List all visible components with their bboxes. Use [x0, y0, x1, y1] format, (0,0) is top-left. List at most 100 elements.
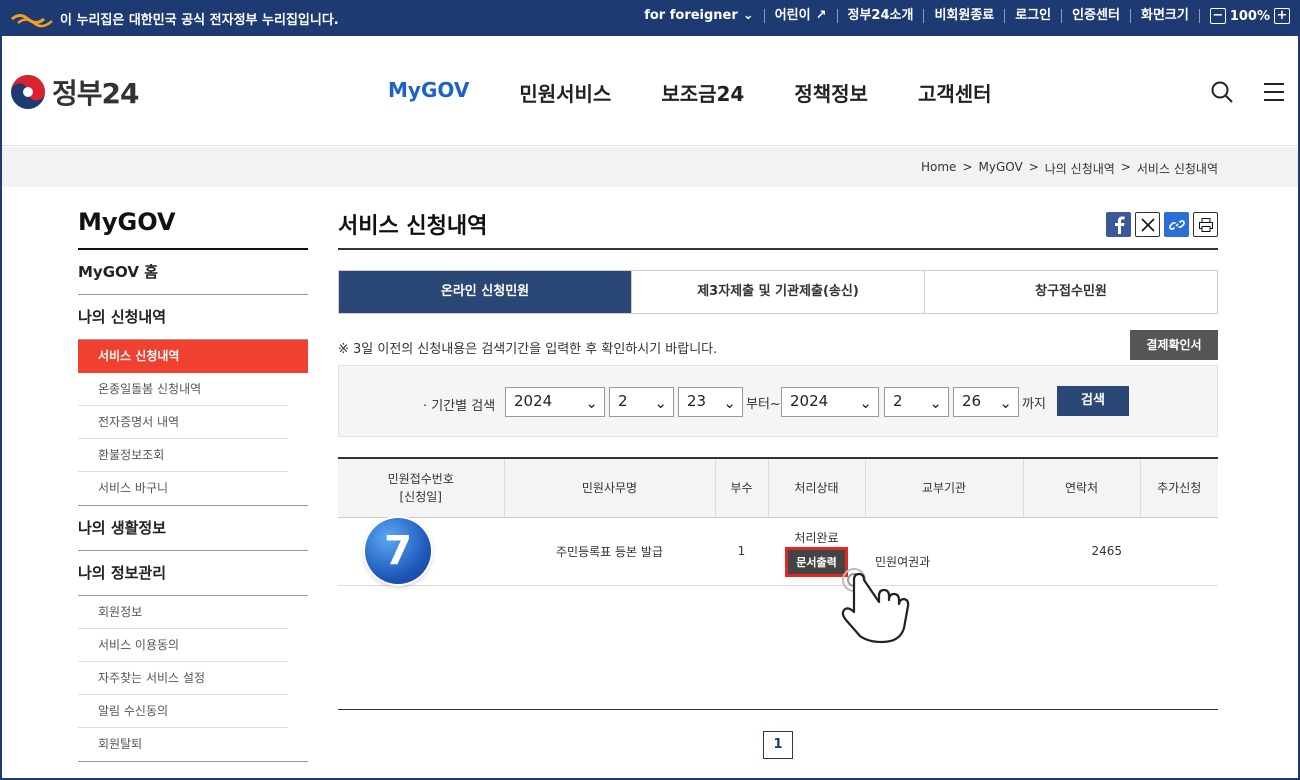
cell-contact: 2465	[1023, 517, 1140, 586]
from-day-select[interactable]: 23 ⌄	[678, 387, 743, 417]
sidebar-item-mygov-home[interactable]: MyGOV 홈	[78, 250, 308, 295]
tab-online-applications[interactable]: 온라인 신청민원	[339, 271, 632, 313]
nav-civil-service[interactable]: 민원서비스	[519, 78, 611, 107]
sidebar-item-life-info[interactable]: 나의 생활정보	[78, 506, 308, 551]
x-twitter-icon[interactable]	[1135, 212, 1160, 237]
header-icons	[1210, 80, 1286, 104]
sidebar-submenu-applications: 서비스 신청내역 온종일돌봄 신청내역 전자증명서 내역 환불정보조회 서비스 …	[78, 340, 308, 506]
sidebar-item-notification-consent[interactable]: 알림 수신동의	[78, 695, 288, 728]
chevron-down-icon: ⌄	[723, 394, 736, 412]
breadcrumb-separator: >	[1028, 160, 1039, 174]
site-header: 정부24 MyGOV 민원서비스 보조금24 정책정보 고객센터	[0, 36, 1300, 146]
page-title: 서비스 신청내역	[338, 208, 1218, 250]
about-link[interactable]: 정부24소개	[838, 9, 925, 23]
main-nav: MyGOV 민원서비스 보조금24 정책정보 고객센터	[388, 78, 992, 107]
chevron-down-icon: ⌄	[929, 394, 942, 412]
breadcrumb-separator: >	[962, 160, 973, 174]
nav-customer-center[interactable]: 고객센터	[918, 78, 992, 107]
sidebar: MyGOV MyGOV 홈 나의 신청내역 서비스 신청내역 온종일돌봄 신청내…	[78, 208, 308, 762]
nav-policy[interactable]: 정책정보	[794, 78, 868, 107]
print-icon[interactable]	[1193, 212, 1218, 237]
official-notice: 이 누리집은 대한민국 공식 전자정부 누리집입니다.	[10, 9, 339, 28]
status-text: 처리완료	[794, 530, 839, 545]
from-month-select[interactable]: 2 ⌄	[609, 387, 674, 417]
payment-confirmation-button[interactable]: 결제확인서	[1130, 330, 1218, 360]
foreigner-link[interactable]: for foreigner ⌄	[634, 9, 765, 23]
search-icon[interactable]	[1210, 80, 1234, 104]
to-day-select[interactable]: 26 ⌄	[953, 387, 1019, 417]
sidebar-item-member-info[interactable]: 회원정보	[78, 596, 288, 629]
search-notice: ※ 3일 이전의 신청내용은 검색기간을 입력한 후 확인하시기 바랍니다.	[338, 342, 718, 357]
sidebar-item-service-applications[interactable]: 서비스 신청내역	[78, 340, 308, 373]
zoom-in-button[interactable]: +	[1274, 8, 1290, 24]
official-notice-text: 이 누리집은 대한민국 공식 전자정부 누리집입니다.	[60, 13, 339, 28]
sidebar-submenu-info: 회원정보 서비스 이용동의 자주찾는 서비스 설정 알림 수신동의 회원탈퇴	[78, 596, 308, 762]
zoom-level: 100%	[1229, 8, 1270, 24]
chevron-down-icon: ⌄	[585, 394, 598, 412]
zoom-control: − 100% +	[1200, 8, 1290, 24]
period-search-label: · 기간별 검색	[423, 399, 496, 414]
table-header-row: 민원접수번호 [신청일] 민원사무명 부수 처리상태 교부기관 연락처 추가신청	[338, 459, 1218, 518]
sidebar-item-info-management[interactable]: 나의 정보관리	[78, 551, 308, 596]
menu-icon[interactable]	[1262, 80, 1286, 104]
breadcrumb-current: 서비스 신청내역	[1136, 162, 1218, 176]
period-search-box: · 기간별 검색 2024 ⌄ 2 ⌄ 23 ⌄ 부터~ 2024 ⌄ 2 ⌄ 26 ⌄ 까…	[338, 365, 1218, 437]
sidebar-item-my-applications[interactable]: 나의 신청내역	[78, 295, 308, 340]
cell-service-name[interactable]: 주민등록표 등본 발급	[504, 517, 715, 586]
guest-logout-link[interactable]: 비회원종료	[924, 9, 1006, 23]
to-month-select[interactable]: 2 ⌄	[884, 387, 949, 417]
utility-links: for foreigner ⌄ 어린이 ↗ 정부24소개 비회원종료 로그인 인증센…	[634, 8, 1290, 24]
link-copy-icon[interactable]	[1164, 212, 1189, 237]
application-tabs: 온라인 신청민원 제3자제출 및 기관제출(송신) 창구접수민원	[338, 270, 1218, 314]
nav-mygov[interactable]: MyGOV	[388, 78, 469, 107]
chevron-down-icon: ⌄	[999, 394, 1012, 412]
sidebar-item-withdraw[interactable]: 회원탈퇴	[78, 728, 288, 761]
pointing-hand-icon	[841, 568, 910, 644]
table-row: 주민등록표 등본 발급 1 처리완료 문서출력 민원여권과 2465	[338, 517, 1218, 586]
breadcrumb-mygov[interactable]: MyGOV	[979, 160, 1023, 177]
sidebar-item-service-basket[interactable]: 서비스 바구니	[78, 472, 288, 505]
chevron-down-icon: ⌄	[742, 8, 754, 23]
nav-subsidy[interactable]: 보조금24	[661, 78, 744, 107]
sidebar-item-favorite-services[interactable]: 자주찾는 서비스 설정	[78, 662, 288, 695]
logo-text: 정부24	[52, 77, 139, 110]
col-additional: 추가신청	[1140, 459, 1218, 518]
table-bottom-divider	[338, 709, 1218, 710]
external-link-icon: ↗	[815, 8, 827, 23]
site-logo[interactable]: 정부24	[10, 72, 139, 112]
sidebar-title: MyGOV	[78, 208, 308, 250]
kids-link[interactable]: 어린이 ↗	[765, 9, 838, 23]
search-button[interactable]: 검색	[1057, 386, 1129, 416]
sidebar-item-e-certificates[interactable]: 전자증명서 내역	[78, 406, 288, 439]
screen-size-label: 화면크기	[1131, 9, 1200, 23]
step-number-badge: 7	[365, 518, 431, 584]
top-bar: 이 누리집은 대한민국 공식 전자정부 누리집입니다. for foreigne…	[0, 0, 1300, 36]
breadcrumb: Home > MyGOV > 나의 신청내역 > 서비스 신청내역	[921, 160, 1218, 177]
from-text: 부터~	[746, 397, 781, 412]
breadcrumb-apply[interactable]: 나의 신청내역	[1045, 160, 1115, 177]
col-issuing-agency: 교부기관	[865, 459, 1024, 518]
print-document-button[interactable]: 문서출력	[785, 546, 848, 577]
sidebar-item-care-applications[interactable]: 온종일돌봄 신청내역	[78, 373, 288, 406]
col-receipt-number: 민원접수번호 [신청일]	[338, 459, 505, 518]
col-copies: 부수	[715, 459, 769, 518]
sidebar-item-refund-info[interactable]: 환불정보조회	[78, 439, 288, 472]
col-status: 처리상태	[768, 459, 866, 518]
tab-third-party-submission[interactable]: 제3자제출 및 기관제출(송신)	[632, 271, 925, 313]
login-link[interactable]: 로그인	[1005, 9, 1063, 23]
taegeuk-logo-icon	[11, 75, 45, 109]
share-buttons	[1106, 212, 1218, 237]
applications-table: 민원접수번호 [신청일] 민원사무명 부수 처리상태 교부기관 연락처 추가신청 …	[338, 457, 1218, 710]
sidebar-item-service-consent[interactable]: 서비스 이용동의	[78, 629, 288, 662]
zoom-out-button[interactable]: −	[1209, 8, 1226, 24]
cell-additional	[1140, 517, 1218, 586]
pagination-page-1[interactable]: 1	[763, 731, 793, 759]
facebook-icon[interactable]	[1106, 212, 1131, 237]
breadcrumb-home[interactable]: Home	[921, 160, 956, 177]
chevron-down-icon: ⌄	[859, 394, 872, 412]
cert-center-link[interactable]: 인증센터	[1062, 9, 1131, 23]
to-year-select[interactable]: 2024 ⌄	[781, 387, 879, 417]
cell-copies: 1	[715, 517, 768, 586]
from-year-select[interactable]: 2024 ⌄	[505, 387, 605, 417]
tab-counter-applications[interactable]: 창구접수민원	[925, 271, 1217, 313]
